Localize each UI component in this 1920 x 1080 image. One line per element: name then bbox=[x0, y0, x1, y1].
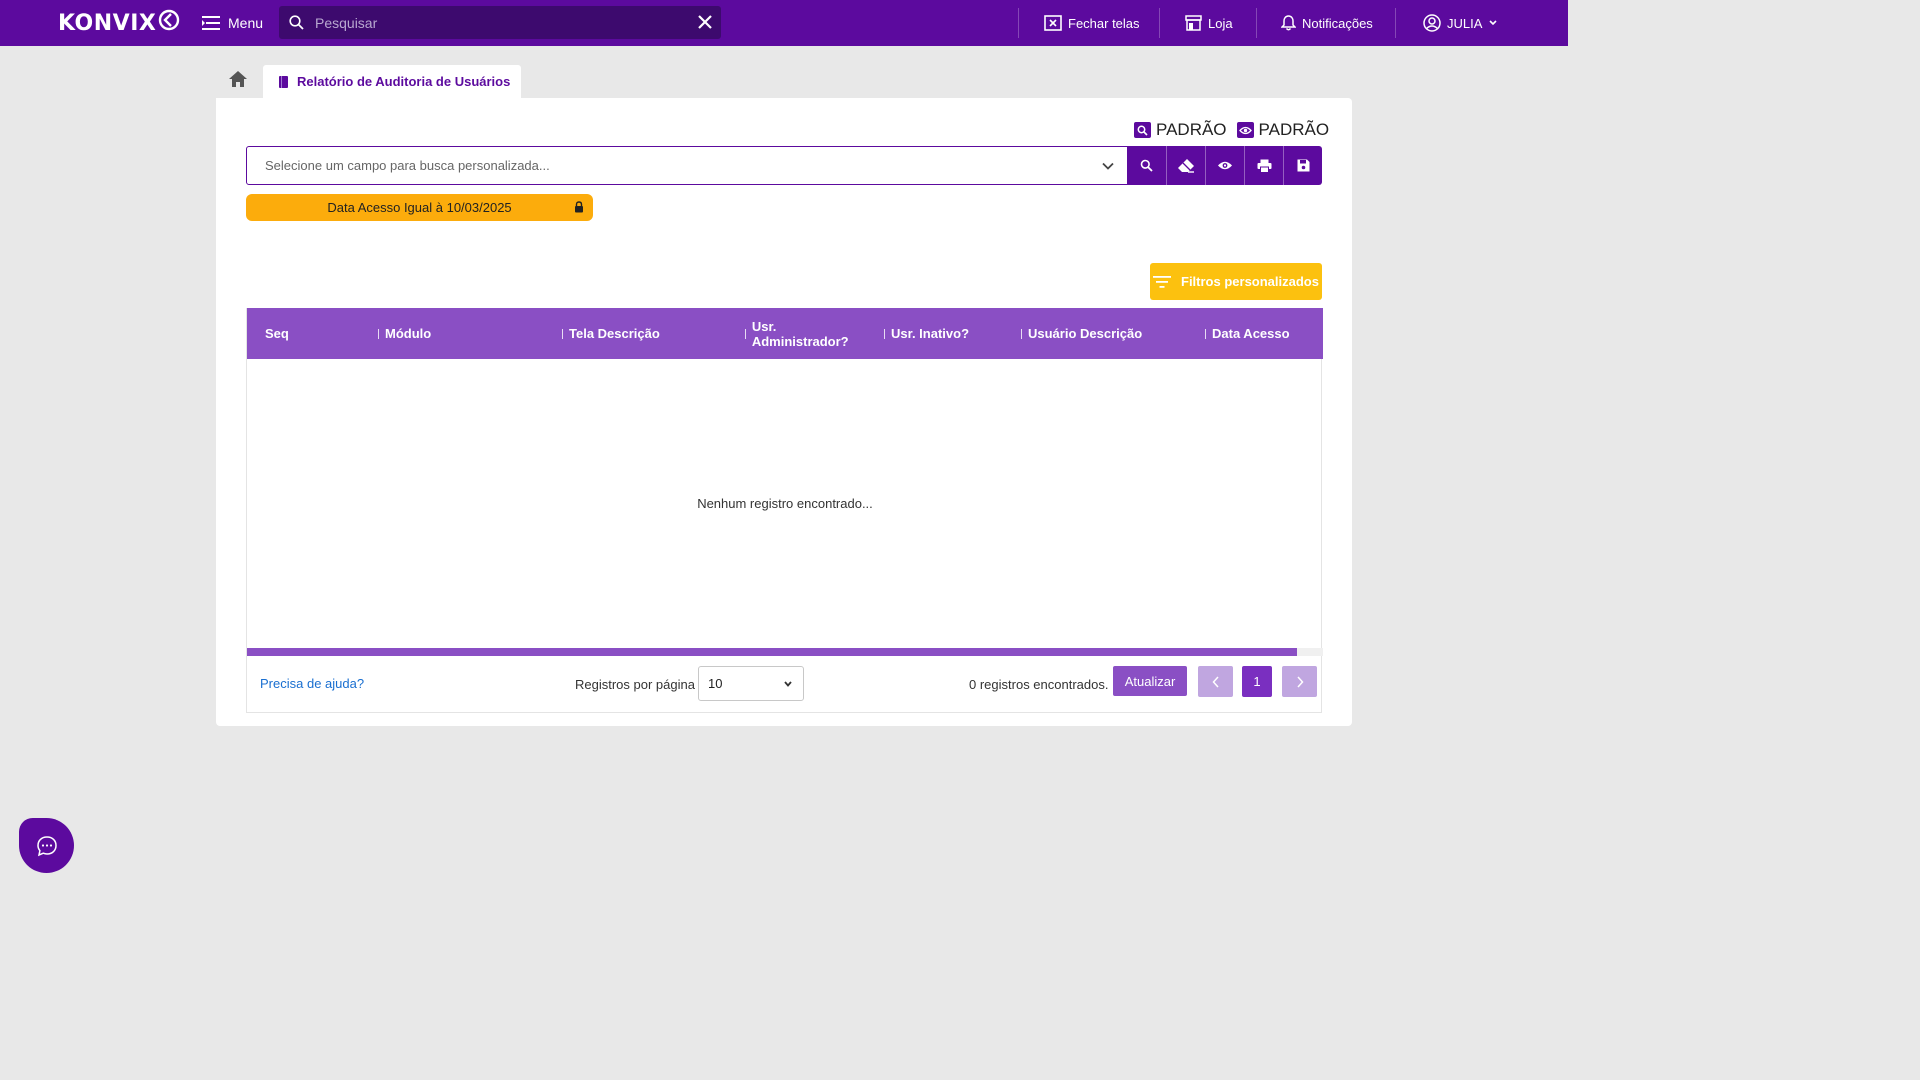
custom-filters-label: Filtros personalizados bbox=[1181, 274, 1319, 289]
preset-selectors: PADRÃO PADRÃO bbox=[1134, 120, 1339, 140]
save-icon bbox=[1297, 159, 1309, 172]
store-label: Loja bbox=[1208, 15, 1233, 31]
column-header-user-description[interactable]: Usuário Descrição bbox=[1021, 308, 1142, 359]
notifications-button[interactable]: Notificações bbox=[1281, 12, 1373, 34]
divider bbox=[1395, 8, 1396, 38]
chevron-right-icon bbox=[1296, 675, 1304, 688]
logo-text: KONVIX bbox=[58, 10, 157, 36]
view-button[interactable] bbox=[1205, 146, 1244, 185]
store-icon bbox=[1185, 15, 1202, 31]
divider bbox=[1256, 8, 1257, 38]
column-header-module[interactable]: Módulo bbox=[378, 308, 431, 359]
custom-filters-button[interactable]: Filtros personalizados bbox=[1150, 263, 1322, 300]
print-button[interactable] bbox=[1244, 146, 1283, 185]
help-link[interactable]: Precisa de ajuda? bbox=[260, 676, 364, 691]
chevron-left-icon bbox=[1211, 675, 1219, 688]
active-filter-chip[interactable]: Data Acesso Igual à 10/03/2025 bbox=[246, 194, 593, 221]
column-header-access-date[interactable]: Data Acesso bbox=[1205, 308, 1290, 359]
data-table: Seq Módulo Tela Descrição Usr. Administr… bbox=[246, 308, 1323, 713]
records-count: 0 registros encontrados. bbox=[969, 677, 1109, 692]
search-preset[interactable]: PADRÃO bbox=[1134, 120, 1227, 140]
rows-per-page-value: 10 bbox=[708, 676, 723, 691]
view-preset-label: PADRÃO bbox=[1258, 120, 1330, 139]
active-filter-label: Data Acesso Igual à 10/03/2025 bbox=[327, 200, 512, 215]
store-button[interactable]: Loja bbox=[1185, 12, 1233, 34]
empty-state-message: Nenhum registro encontrado... bbox=[697, 496, 873, 511]
lock-icon bbox=[575, 201, 583, 213]
logo-emblem-icon bbox=[159, 9, 180, 31]
divider bbox=[1159, 8, 1160, 38]
close-screens-label: Fechar telas bbox=[1068, 15, 1140, 31]
search-icon bbox=[1140, 159, 1153, 172]
eye-icon bbox=[1218, 161, 1232, 170]
column-header-inactive-user[interactable]: Usr. Inativo? bbox=[884, 308, 969, 359]
report-icon bbox=[279, 75, 288, 88]
rows-per-page-label: Registros por página bbox=[575, 677, 695, 692]
home-tab[interactable] bbox=[228, 70, 252, 92]
menu-button[interactable]: Menu bbox=[202, 10, 263, 36]
print-icon bbox=[1257, 159, 1271, 173]
hamburger-icon bbox=[202, 16, 220, 30]
chevron-down-icon bbox=[1489, 20, 1497, 26]
custom-search-field-select[interactable]: Selecione um campo para busca personaliz… bbox=[246, 146, 1128, 185]
search-icon bbox=[289, 15, 304, 30]
notifications-label: Notificações bbox=[1302, 15, 1373, 31]
eraser-icon bbox=[1178, 159, 1194, 173]
divider bbox=[1018, 8, 1019, 38]
chevron-down-icon bbox=[1102, 162, 1114, 170]
column-header-seq[interactable]: Seq bbox=[265, 308, 289, 359]
close-icon[interactable] bbox=[697, 14, 713, 30]
user-name: JULIA bbox=[1447, 15, 1483, 31]
tab-label: Relatório de Auditoria de Usuários bbox=[297, 74, 511, 89]
view-preset[interactable]: PADRÃO bbox=[1236, 120, 1330, 140]
chat-bubble-icon bbox=[36, 835, 57, 856]
rows-per-page-select[interactable]: 10 bbox=[698, 666, 804, 701]
search-icon bbox=[1134, 122, 1151, 138]
current-page-button[interactable]: 1 bbox=[1242, 666, 1272, 697]
user-avatar-icon bbox=[1423, 14, 1441, 32]
menu-label: Menu bbox=[228, 15, 264, 31]
scrollbar-thumb[interactable] bbox=[247, 648, 1297, 656]
search-button[interactable] bbox=[1127, 146, 1166, 185]
tab-user-audit-report[interactable]: Relatório de Auditoria de Usuários bbox=[263, 65, 521, 98]
select-placeholder: Selecione um campo para busca personaliz… bbox=[265, 158, 550, 173]
konvix-logo[interactable]: KONVIX bbox=[58, 9, 180, 37]
column-header-screen-description[interactable]: Tela Descrição bbox=[562, 308, 660, 359]
table-header: Seq Módulo Tela Descrição Usr. Administr… bbox=[247, 308, 1323, 359]
user-menu-button[interactable]: JULIA bbox=[1423, 12, 1498, 34]
clear-button[interactable] bbox=[1166, 146, 1205, 185]
search-input[interactable] bbox=[315, 6, 685, 39]
chat-button[interactable] bbox=[19, 818, 74, 873]
horizontal-scrollbar[interactable] bbox=[247, 648, 1323, 656]
column-header-admin-user[interactable]: Usr. Administrador? bbox=[745, 308, 855, 359]
refresh-button[interactable]: Atualizar bbox=[1113, 666, 1187, 696]
previous-page-button[interactable] bbox=[1198, 666, 1233, 697]
close-screens-button[interactable]: Fechar telas bbox=[1044, 12, 1140, 34]
top-navigation-bar: KONVIX Menu Fechar telas Loja Notificaçõ… bbox=[0, 0, 1568, 46]
close-window-icon bbox=[1044, 15, 1062, 31]
search-preset-label: PADRÃO bbox=[1156, 120, 1227, 139]
chevron-down-icon bbox=[784, 681, 792, 687]
global-search bbox=[279, 6, 721, 39]
home-icon bbox=[229, 71, 247, 87]
next-page-button[interactable] bbox=[1282, 666, 1317, 697]
filter-icon bbox=[1153, 275, 1171, 288]
save-button[interactable] bbox=[1283, 146, 1322, 185]
toolbar-actions bbox=[1127, 146, 1322, 185]
eye-icon bbox=[1236, 122, 1254, 138]
bell-icon bbox=[1281, 15, 1296, 31]
